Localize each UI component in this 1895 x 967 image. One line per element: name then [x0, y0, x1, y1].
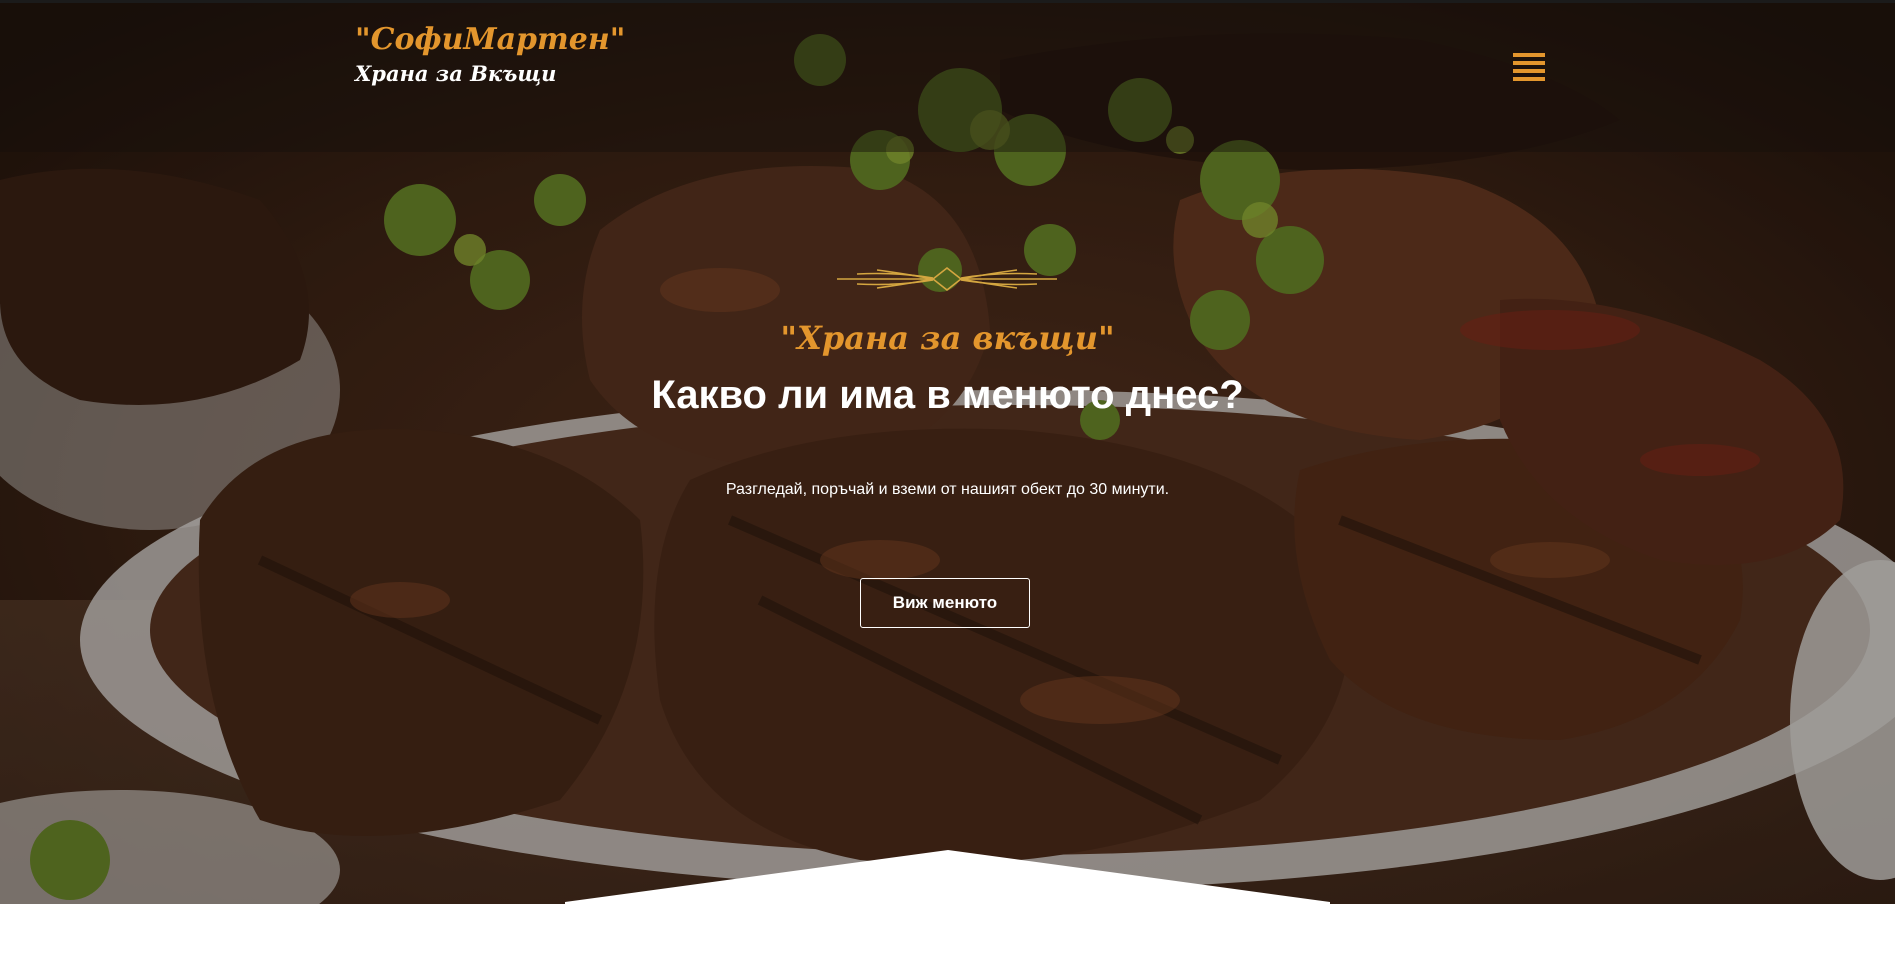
- decorative-line-ornament-icon: [837, 266, 1057, 292]
- hero-subtext: Разгледай, поръчай и вземи от нашият обе…: [725, 481, 1170, 498]
- hero-kicker: "Храна за вкъщи": [780, 319, 1115, 357]
- hero-headline: Какво ли има в менюто днес?: [651, 373, 1244, 417]
- view-menu-button[interactable]: Виж менюто: [860, 578, 1030, 628]
- hero-content: "Храна за вкъщи" Какво ли има в менюто д…: [0, 0, 1895, 905]
- section-divider-wedge: [0, 850, 1895, 910]
